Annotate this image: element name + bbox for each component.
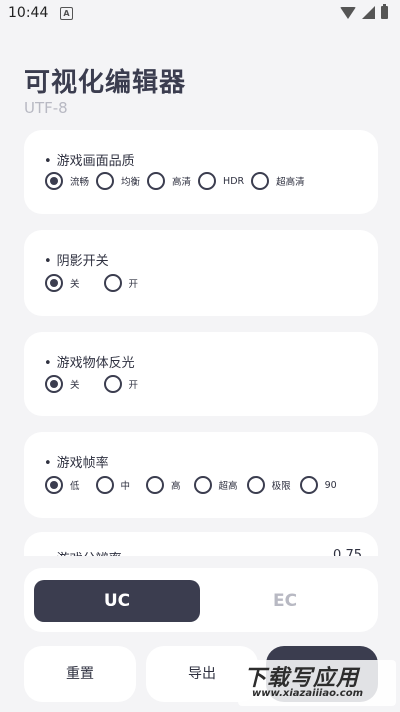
radio-selected[interactable] — [45, 375, 63, 393]
radio[interactable] — [95, 476, 114, 494]
reflection-option-on[interactable]: 开 — [103, 375, 138, 393]
quality-options: 流畅 均衡 高清 HDR 超高清 — [45, 172, 312, 190]
radio[interactable] — [96, 172, 115, 190]
quality-card: 游戏画面品质 流畅 均衡 高清 HDR 超高清 — [24, 130, 378, 214]
radio[interactable] — [147, 172, 166, 190]
framerate-option-ultra[interactable]: 超高 — [193, 476, 238, 494]
quality-option-hdr[interactable]: HDR — [198, 172, 244, 190]
radio[interactable] — [299, 476, 318, 494]
reflection-title: 游戏物体反光 — [44, 352, 135, 371]
shadow-options: 关 开 — [45, 274, 145, 292]
wifi-icon — [340, 6, 356, 19]
page-subtitle: UTF-8 — [24, 99, 68, 117]
resolution-card: 游戏分辨率 0.75 — [24, 532, 378, 556]
radio-selected[interactable] — [45, 476, 63, 494]
shadow-option-on[interactable]: 开 — [103, 274, 138, 292]
framerate-option-low[interactable]: 低 — [45, 476, 80, 494]
reflection-option-off[interactable]: 关 — [45, 375, 80, 393]
resolution-title: 游戏分辨率 — [44, 548, 122, 556]
reset-button[interactable]: 重置 — [24, 646, 136, 702]
framerate-option-extreme[interactable]: 极限 — [246, 476, 291, 494]
quality-option-uhd[interactable]: 超高清 — [251, 172, 305, 190]
framerate-option-90[interactable]: 90 — [299, 476, 337, 494]
notification-a-icon: A — [60, 7, 73, 20]
framerate-options: 低 中 高 超高 极限 90 — [45, 476, 344, 494]
radio-selected[interactable] — [45, 274, 63, 292]
resolution-value: 0.75 — [333, 548, 362, 556]
quality-title: 游戏画面品质 — [44, 150, 135, 169]
radio[interactable] — [146, 476, 165, 494]
framerate-card: 游戏帧率 低 中 高 超高 极限 90 — [24, 432, 378, 518]
radio[interactable] — [198, 172, 217, 190]
reflection-options: 关 开 — [45, 375, 145, 393]
framerate-option-mid[interactable]: 中 — [95, 476, 130, 494]
watermark-sub: www.xiazaiiiao.com — [252, 688, 363, 699]
radio-selected[interactable] — [45, 172, 63, 190]
radio[interactable] — [246, 476, 265, 494]
signal-icon — [362, 6, 375, 19]
battery-icon — [381, 4, 388, 19]
shadow-card: 阴影开关 关 开 — [24, 230, 378, 316]
status-icons — [340, 4, 388, 19]
status-bar: 10:44 A — [0, 0, 400, 28]
quality-option-smooth[interactable]: 流畅 — [45, 172, 89, 190]
quality-option-hd[interactable]: 高清 — [147, 172, 191, 190]
status-time: 10:44 — [8, 5, 49, 21]
reflection-card: 游戏物体反光 关 开 — [24, 332, 378, 416]
shadow-option-off[interactable]: 关 — [45, 274, 80, 292]
mode-segmented-control: UC EC — [24, 568, 378, 632]
radio[interactable] — [193, 476, 212, 494]
framerate-title: 游戏帧率 — [44, 452, 109, 471]
quality-option-balanced[interactable]: 均衡 — [96, 172, 140, 190]
radio[interactable] — [103, 375, 122, 393]
shadow-title: 阴影开关 — [44, 250, 109, 269]
segment-ec[interactable]: EC — [202, 580, 368, 622]
radio[interactable] — [103, 274, 122, 292]
settings-list[interactable]: 游戏画面品质 流畅 均衡 高清 HDR 超高清 阴影开关 关 开 游戏物体反光 … — [0, 130, 400, 556]
segment-uc[interactable]: UC — [34, 580, 200, 622]
framerate-option-high[interactable]: 高 — [146, 476, 181, 494]
watermark-logo: 下载写应用 www.xiazaiiiao.com — [238, 660, 396, 706]
radio[interactable] — [251, 172, 270, 190]
page-title: 可视化编辑器 — [24, 68, 187, 98]
